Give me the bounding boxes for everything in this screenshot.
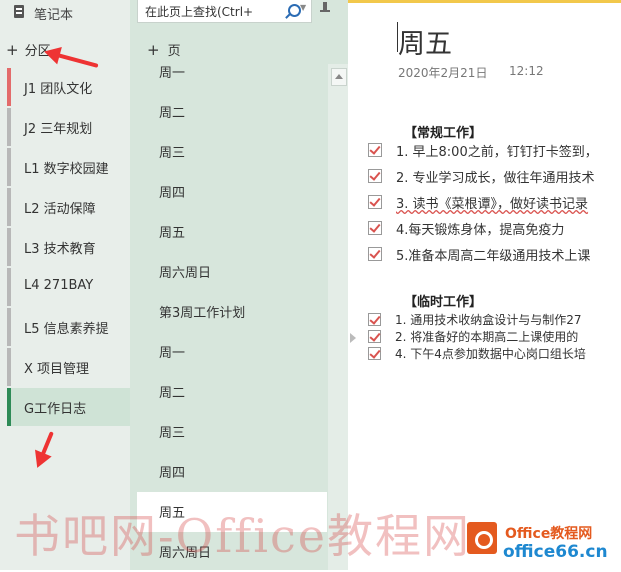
page-tab[interactable]: 周一	[137, 52, 327, 92]
page-label: 周二	[159, 106, 186, 121]
pin-icon[interactable]	[320, 2, 330, 12]
page-tab[interactable]: 周五	[137, 212, 327, 252]
todo-text[interactable]: 4.每天锻炼身体，提高免疫力	[396, 219, 564, 238]
page-label: 第3周工作计划	[159, 306, 246, 321]
section-label: L3 技术教育	[24, 242, 96, 257]
page-title[interactable]: 周五	[398, 22, 452, 61]
checked-checkbox-icon[interactable]	[368, 221, 382, 235]
scrollbar[interactable]	[328, 64, 348, 570]
scroll-up-button[interactable]	[331, 68, 347, 86]
section-label: G工作日志	[24, 402, 87, 417]
todo-text[interactable]: 4. 下午4点参加数据中心岗口组长培	[395, 345, 586, 362]
page-tab[interactable]: 周三	[137, 132, 327, 172]
section-tab[interactable]: L4 271BAY	[7, 268, 130, 306]
office-logo-icon	[467, 522, 497, 554]
collapse-panel-icon[interactable]	[350, 333, 356, 343]
section-tab[interactable]: L1 数字校园建	[7, 148, 130, 186]
page-tab[interactable]: 周一	[137, 332, 327, 372]
checked-checkbox-icon[interactable]	[368, 169, 382, 183]
section-label: X 项目管理	[24, 362, 90, 377]
page-tab[interactable]: 周三	[137, 412, 327, 452]
page-tab[interactable]: 第3周工作计划	[137, 292, 327, 332]
checked-checkbox-icon[interactable]	[368, 330, 381, 343]
logo-text-bottom: office66.cn	[503, 542, 608, 562]
logo-text-top: Office教程网	[505, 526, 593, 542]
section-tab[interactable]: X 项目管理	[7, 348, 130, 386]
section-color-bar	[7, 268, 11, 306]
section-tab[interactable]: L5 信息素养提	[7, 308, 130, 346]
section-label: L4 271BAY	[24, 278, 94, 293]
section-tab[interactable]: J2 三年规划	[7, 108, 130, 146]
page-label: 周三	[159, 146, 186, 161]
page-label: 周三	[159, 426, 186, 441]
page-date: 2020年2月21日	[398, 66, 488, 80]
section-label: L2 活动保障	[24, 202, 96, 217]
section-color-bar	[7, 68, 11, 106]
page-tab[interactable]: 周六周日	[137, 252, 327, 292]
watermark-text: 书吧网-Office教程网	[14, 509, 472, 563]
section-tab[interactable]: G工作日志	[7, 388, 130, 426]
section-label: L1 数字校园建	[24, 162, 109, 177]
section-color-bar	[7, 108, 11, 146]
todo-text[interactable]: 2. 将准备好的本期高二上课使用的	[395, 328, 578, 345]
section-color-bar	[7, 148, 11, 186]
checked-checkbox-icon[interactable]	[368, 195, 382, 209]
search-input[interactable]: 在此页上查找(Ctrl+ ▼	[137, 0, 312, 23]
section-tab[interactable]: J1 团队文化	[7, 68, 130, 106]
page-label: 周一	[159, 346, 186, 361]
page-time: 12:12	[509, 64, 544, 78]
checked-checkbox-icon[interactable]	[368, 347, 381, 360]
temp-work-heading: 【临时工作】	[404, 295, 483, 310]
page-tab[interactable]: 周四	[137, 452, 327, 492]
page-label: 周五	[159, 226, 186, 241]
page-label: 周六周日	[159, 266, 212, 281]
page-tab[interactable]: 周四	[137, 172, 327, 212]
page-tab[interactable]: 周二	[137, 92, 327, 132]
content-top-border	[348, 0, 621, 3]
page-label: 周四	[159, 466, 186, 481]
section-color-bar	[7, 308, 11, 346]
plus-icon: +	[6, 41, 19, 59]
checked-checkbox-icon[interactable]	[368, 247, 382, 261]
page-label: 周一	[159, 66, 186, 81]
page-label: 周二	[159, 386, 186, 401]
chevron-down-icon[interactable]: ▼	[300, 3, 306, 12]
section-label: L5 信息素养提	[24, 322, 109, 337]
notebook-title: 笔记本	[34, 8, 74, 23]
notebook-icon	[14, 5, 24, 18]
todo-text[interactable]: 5.准备本周高二年级通用技术上课	[396, 245, 590, 264]
section-tab[interactable]: L3 技术教育	[7, 228, 130, 266]
todo-text[interactable]: 2. 专业学习成长，做往年通用技术	[396, 167, 595, 186]
section-color-bar	[7, 228, 11, 266]
section-label: J1 团队文化	[24, 82, 93, 97]
todo-text[interactable]: 1. 通用技术收纳盒设计与与制作27	[395, 311, 582, 328]
search-placeholder: 在此页上查找(Ctrl+	[145, 5, 254, 19]
regular-work-heading: 【常规工作】	[404, 126, 483, 141]
page-tab[interactable]: 周二	[137, 372, 327, 412]
page-content	[348, 0, 621, 570]
todo-text[interactable]: 1. 早上8:00之前，钉钉打卡签到，	[396, 141, 598, 160]
section-color-bar	[7, 188, 11, 226]
section-color-bar	[7, 348, 11, 386]
section-color-bar	[7, 388, 11, 426]
checked-checkbox-icon[interactable]	[368, 313, 381, 326]
todo-text[interactable]: 3. 读书《菜根谭》，做好读书记录	[396, 193, 588, 212]
section-tab[interactable]: L2 活动保障	[7, 188, 130, 226]
notebook-header[interactable]: 笔记本	[0, 0, 130, 30]
section-label: J2 三年规划	[24, 122, 93, 137]
page-label: 周四	[159, 186, 186, 201]
checked-checkbox-icon[interactable]	[368, 143, 382, 157]
